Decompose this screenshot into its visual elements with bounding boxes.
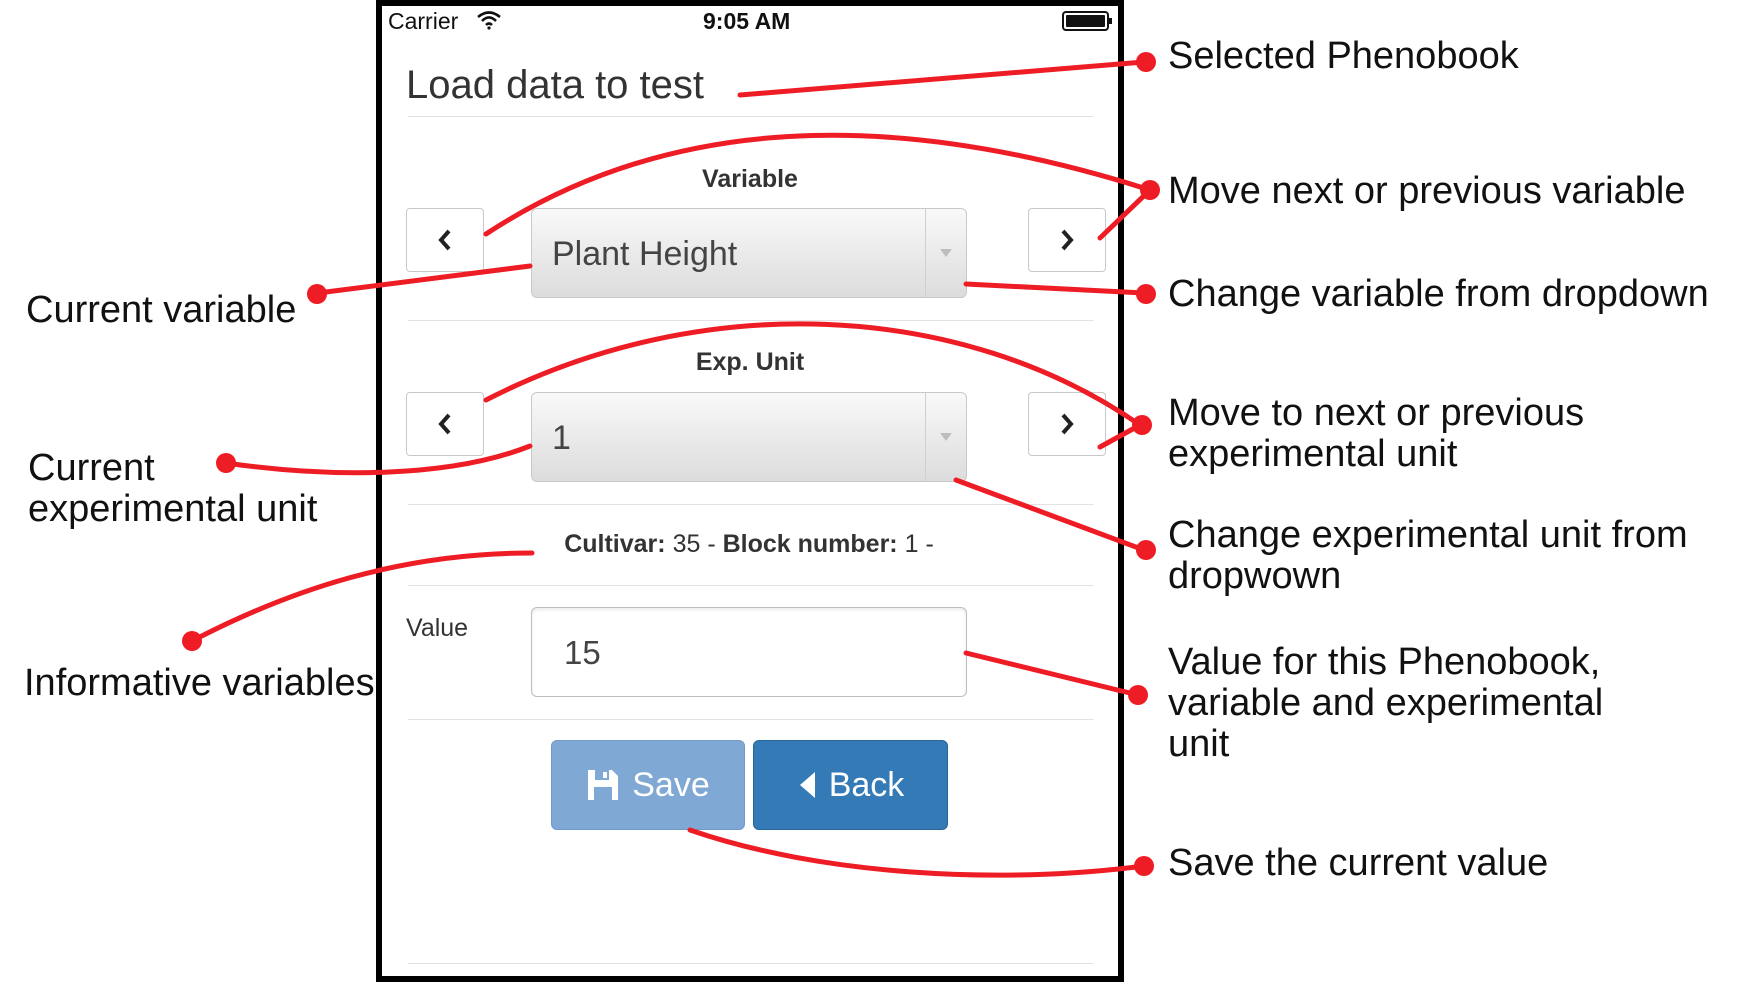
annotation-line-text: dropwown bbox=[1168, 555, 1342, 597]
annotation-line-text: Current bbox=[28, 447, 155, 489]
annotation-line-text: variable and experimental bbox=[1168, 682, 1604, 724]
annotation-line-text: experimental unit bbox=[28, 488, 318, 530]
annotation-line-text: Change experimental unit from bbox=[1168, 514, 1688, 556]
annotation-move-variable: Move next or previous variable bbox=[1168, 170, 1686, 212]
annotation-dot bbox=[307, 284, 327, 304]
annotation-dot bbox=[1136, 284, 1156, 304]
annotation-dot bbox=[1128, 685, 1148, 705]
annotation-change-variable: Change variable from dropdown bbox=[1168, 273, 1709, 315]
annotation-line bbox=[953, 477, 1147, 553]
annotation-line-text: unit bbox=[1168, 723, 1230, 765]
annotation-informative-variables: Informative variables bbox=[24, 662, 375, 704]
annotation-dot bbox=[1136, 540, 1156, 560]
annotation-dot bbox=[1134, 856, 1154, 876]
annotation-line-text: Value for this Phenobook, bbox=[1168, 641, 1601, 683]
annotation-dot bbox=[1140, 180, 1160, 200]
annotation-current-unit: Current experimental unit bbox=[28, 448, 317, 530]
annotation-dot bbox=[1132, 415, 1152, 435]
annotation-line bbox=[189, 550, 535, 644]
annotation-line bbox=[483, 132, 1153, 237]
annotation-dot bbox=[182, 631, 202, 651]
annotation-move-unit: Move to next or previous experimental un… bbox=[1168, 393, 1584, 475]
annotation-line bbox=[963, 650, 1141, 698]
annotation-line-text: experimental unit bbox=[1168, 433, 1458, 475]
annotation-line bbox=[737, 59, 1147, 98]
annotation-selected-phenobook: Selected Phenobook bbox=[1168, 35, 1519, 77]
annotation-value: Value for this Phenobook, variable and e… bbox=[1168, 642, 1603, 765]
annotation-line bbox=[687, 827, 1147, 878]
annotation-save-current: Save the current value bbox=[1168, 842, 1549, 884]
annotation-current-variable: Current variable bbox=[26, 289, 297, 331]
annotation-line bbox=[963, 281, 1147, 296]
annotation-dot bbox=[1136, 52, 1156, 72]
annotation-line-text: Move to next or previous bbox=[1168, 392, 1585, 434]
annotation-line bbox=[315, 263, 533, 296]
annotation-change-unit: Change experimental unit from dropwown bbox=[1168, 515, 1688, 597]
annotation-line bbox=[1097, 187, 1153, 241]
annotation-line bbox=[483, 321, 1143, 428]
